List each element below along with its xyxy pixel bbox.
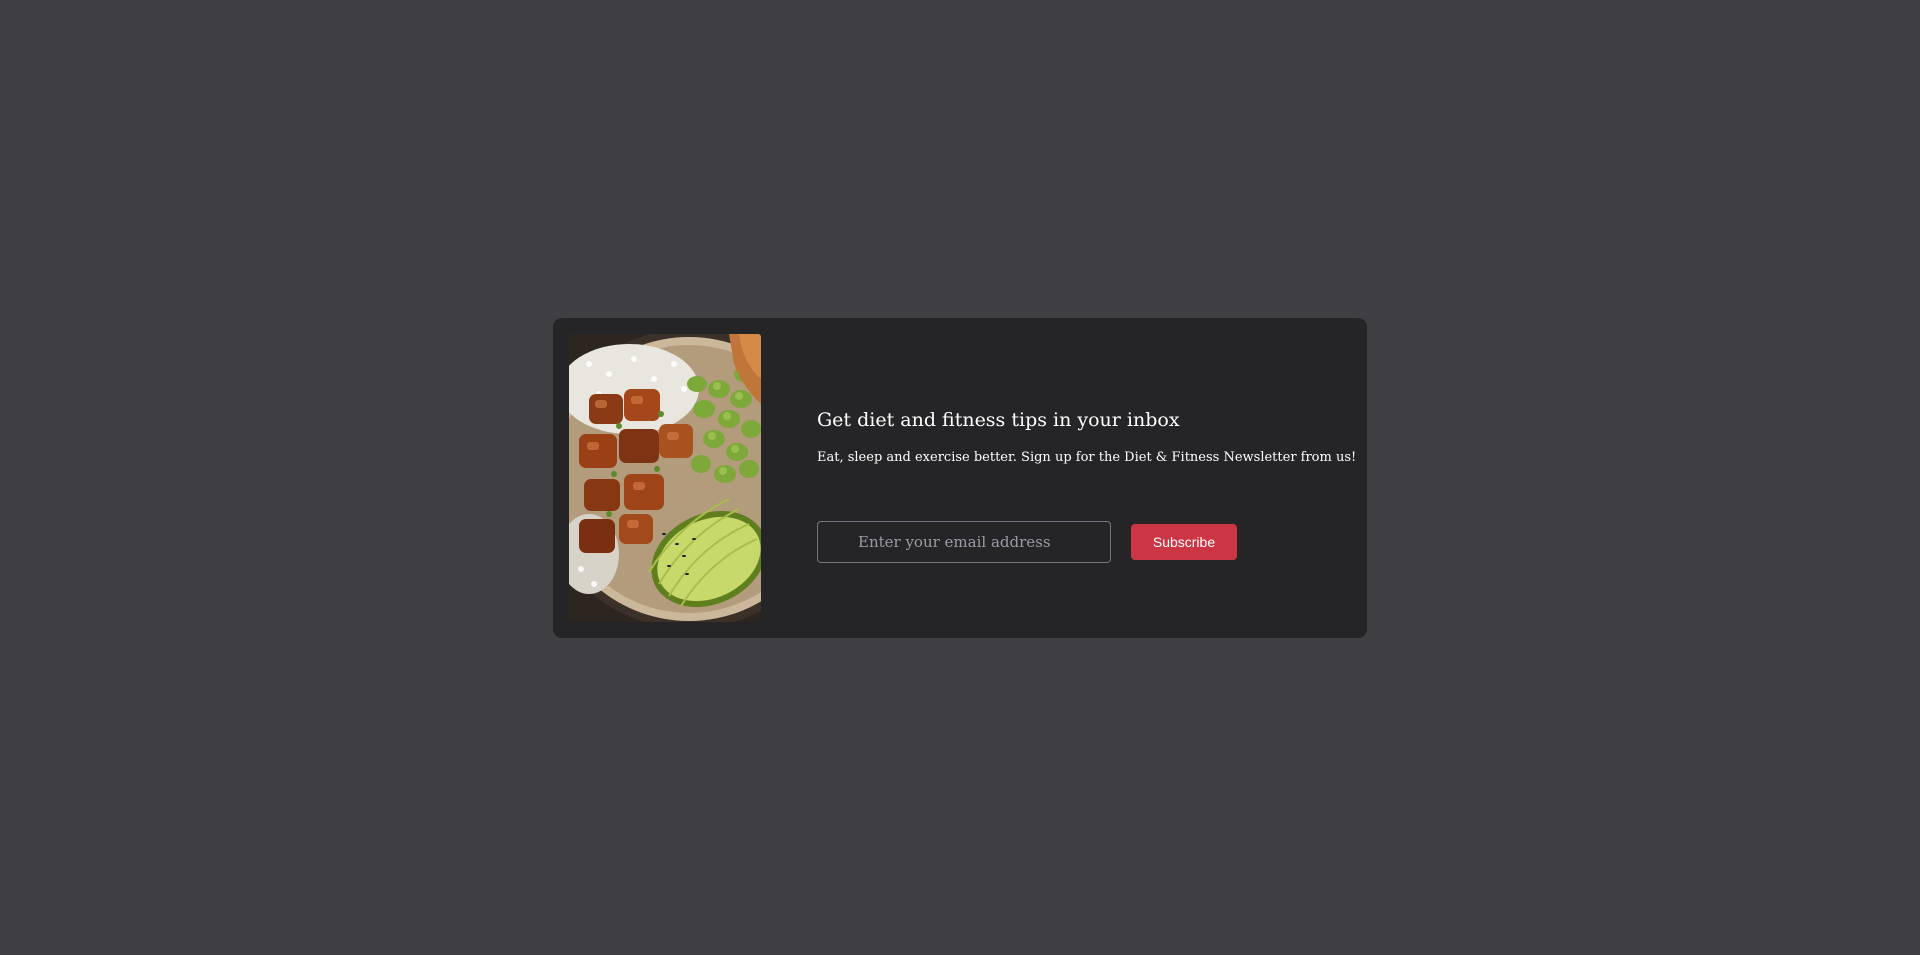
poke-bowl-photo [569, 334, 761, 622]
newsletter-description: Eat, sleep and exercise better. Sign up … [817, 450, 1357, 465]
subscribe-form: Subscribe [817, 521, 1337, 565]
newsletter-title: Get diet and fitness tips in your inbox [817, 409, 1180, 431]
subscribe-button[interactable]: Subscribe [1131, 524, 1237, 560]
newsletter-card: Get diet and fitness tips in your inbox … [553, 318, 1367, 638]
email-input[interactable] [817, 521, 1111, 563]
newsletter-content: Get diet and fitness tips in your inbox … [817, 408, 1357, 563]
